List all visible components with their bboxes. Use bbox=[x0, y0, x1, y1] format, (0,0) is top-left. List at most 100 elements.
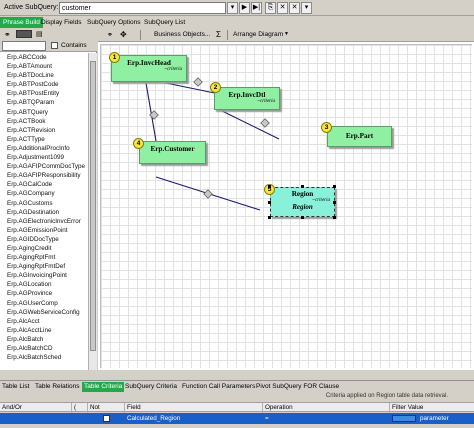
table-search-input[interactable] bbox=[2, 41, 46, 51]
resize-handle[interactable] bbox=[301, 216, 304, 219]
col-paren[interactable]: ( bbox=[72, 403, 88, 413]
node-title: Erp.InvcHead bbox=[127, 59, 171, 67]
table-node-invchead[interactable]: Erp.InvcHead ~criteria bbox=[111, 55, 187, 82]
more-dropdown-button[interactable]: ▾ bbox=[301, 2, 312, 14]
move-tool-icon[interactable]: ✥ bbox=[120, 30, 127, 39]
list-item[interactable]: Erp.AGEmissionPoint bbox=[0, 226, 88, 235]
tab-function-call-parameters[interactable]: Function Call Parameters bbox=[180, 382, 257, 392]
table-row[interactable]: Calculated_Region = parameter bbox=[0, 413, 474, 424]
arrange-diagram-button[interactable]: Arrange Diagram bbox=[233, 31, 283, 38]
list-item[interactable]: Erp.AlcAcctLine bbox=[0, 326, 88, 335]
list-item[interactable]: Erp.Adjustment1099 bbox=[0, 153, 88, 162]
list-item[interactable]: Erp.AGWebServiceConfig bbox=[0, 308, 88, 317]
list-item[interactable]: Erp.AGInvoicingPoint bbox=[0, 271, 88, 280]
tab-table-criteria[interactable]: Table Criteria bbox=[82, 382, 125, 392]
tab-subquery-criteria[interactable]: SubQuery Criteria bbox=[123, 382, 179, 392]
list-item[interactable]: Erp.AGCalCode bbox=[0, 180, 88, 189]
query-designer: ⚭ ✥ Business Objects... Σ Arrange Diagra… bbox=[98, 28, 474, 370]
list-item[interactable]: Erp.AgingRptFmt bbox=[0, 253, 88, 262]
tab-phrase-build[interactable]: Phrase Build bbox=[0, 17, 43, 28]
table-list-scrollbar[interactable] bbox=[88, 53, 97, 370]
sigma-icon[interactable]: Σ bbox=[216, 30, 221, 39]
active-subquery-input[interactable] bbox=[59, 2, 226, 14]
delete-icon[interactable]: ✕ bbox=[277, 2, 288, 14]
list-item[interactable]: Erp.AGAFIPResponsibility bbox=[0, 171, 88, 180]
table-node-part[interactable]: Erp.Part bbox=[327, 126, 392, 147]
list-item[interactable]: Erp.AGUserComp bbox=[0, 299, 88, 308]
relation-diamond bbox=[260, 118, 270, 128]
col-not[interactable]: Not bbox=[88, 403, 125, 413]
close-icon[interactable]: ✕ bbox=[289, 2, 300, 14]
resize-handle[interactable] bbox=[301, 185, 304, 188]
node-subtitle: Region bbox=[292, 203, 313, 211]
list-item[interactable]: Erp.ACTType bbox=[0, 135, 88, 144]
list-item[interactable]: Erp.AGDestination bbox=[0, 208, 88, 217]
list-item[interactable]: Erp.AGCompany bbox=[0, 189, 88, 198]
cell-paren[interactable] bbox=[72, 413, 88, 424]
list-item[interactable]: Erp.AlcBatchCD bbox=[0, 344, 88, 353]
list-item[interactable]: Erp.AlcBatch bbox=[0, 335, 88, 344]
next-button[interactable]: ▶ bbox=[239, 2, 250, 14]
list-item[interactable]: Erp.AlcBatchSched bbox=[0, 353, 88, 362]
list-item[interactable]: Erp.AgingCredit bbox=[0, 244, 88, 253]
resize-handle[interactable] bbox=[333, 185, 336, 188]
list-item[interactable]: Erp.AGAFIPCommDocType bbox=[0, 162, 88, 171]
tab-subquery-list[interactable]: SubQuery List bbox=[141, 17, 188, 28]
table-node-invcdtl[interactable]: Erp.InvcDtl ~criteria bbox=[214, 87, 280, 110]
list-item[interactable]: Erp.AGElectronicInvcError bbox=[0, 217, 88, 226]
tab-table-relations[interactable]: Table Relations bbox=[33, 382, 81, 392]
chevron-down-icon[interactable]: ▼ bbox=[284, 31, 289, 37]
business-objects-button[interactable]: Business Objects... bbox=[154, 31, 210, 38]
link-tool-icon[interactable]: ⚭ bbox=[107, 31, 113, 39]
table-node-region[interactable]: Region ~criteria Region bbox=[270, 187, 335, 217]
dropdown-button[interactable]: ▾ bbox=[227, 2, 238, 14]
diagram-canvas[interactable]: Erp.InvcHead ~criteria 1 Erp.InvcDtl ~cr… bbox=[100, 44, 472, 368]
contains-checkbox[interactable] bbox=[51, 42, 58, 49]
left-toolbar: ⚭ ▤ bbox=[0, 28, 97, 40]
resize-handle[interactable] bbox=[333, 216, 336, 219]
list-item[interactable]: Erp.ACTBook bbox=[0, 117, 88, 126]
col-field[interactable]: Field bbox=[125, 403, 263, 413]
resize-handle[interactable] bbox=[268, 216, 271, 219]
list-item[interactable]: Erp.AGIDDocType bbox=[0, 235, 88, 244]
resize-handle[interactable] bbox=[268, 201, 271, 204]
cell-field[interactable]: Calculated_Region bbox=[125, 413, 263, 424]
list-item[interactable]: Erp.ABTQuery bbox=[0, 108, 88, 117]
col-filter-value[interactable]: Filter Value bbox=[390, 403, 474, 413]
resize-handle[interactable] bbox=[268, 185, 271, 188]
cell-operation[interactable]: = bbox=[263, 413, 390, 424]
list-item[interactable]: Erp.ABTPostCode bbox=[0, 80, 88, 89]
collapse-icon[interactable]: ▤ bbox=[36, 30, 43, 38]
resize-handle[interactable] bbox=[333, 201, 336, 204]
col-and-or[interactable]: And/Or bbox=[0, 403, 72, 413]
list-item[interactable]: Erp.ABTDocLine bbox=[0, 71, 88, 80]
list-item[interactable]: Erp.AdditionalProcInfo bbox=[0, 144, 88, 153]
list-item[interactable]: Erp.ACTRevision bbox=[0, 126, 88, 135]
cell-and-or[interactable] bbox=[0, 413, 72, 424]
scrollbar-thumb[interactable] bbox=[90, 61, 96, 351]
cell-filter-value[interactable]: parameter bbox=[418, 413, 474, 424]
link-icon[interactable]: ⚭ bbox=[4, 30, 11, 39]
list-item[interactable]: Erp.ABTAmount bbox=[0, 62, 88, 71]
tab-table-list[interactable]: Table List bbox=[0, 382, 31, 392]
table-node-customer[interactable]: Erp.Customer bbox=[139, 141, 206, 164]
list-item[interactable]: Erp.ABTQParam bbox=[0, 98, 88, 107]
copy-icon[interactable]: ⎘ bbox=[265, 2, 276, 14]
last-button[interactable]: ▶| bbox=[251, 2, 262, 14]
list-item[interactable]: Erp.AlcAcct bbox=[0, 317, 88, 326]
filter-type-selector[interactable] bbox=[392, 415, 416, 422]
tab-display-fields[interactable]: Display Fields bbox=[38, 17, 84, 28]
list-item[interactable]: Erp.AgingRptFmtDef bbox=[0, 262, 88, 271]
list-item[interactable]: Erp.ABTPostEntity bbox=[0, 89, 88, 98]
node-title: Erp.Part bbox=[345, 132, 374, 140]
col-operation[interactable]: Operation bbox=[263, 403, 390, 413]
list-item[interactable]: Erp.AGLocation bbox=[0, 280, 88, 289]
list-item[interactable]: Erp.ABCCode bbox=[0, 53, 88, 62]
not-checkbox[interactable] bbox=[103, 415, 110, 422]
list-item[interactable]: Erp.AGCustoms bbox=[0, 199, 88, 208]
tab-pivot-subquery-for-clause[interactable]: Pivot SubQuery FOR Clause bbox=[254, 382, 341, 392]
table-list-panel: ⚭ ▤ Contains Erp.ABCCode Erp.ABTAmount Erp… bbox=[0, 28, 97, 370]
list-view-icon[interactable] bbox=[16, 30, 32, 38]
tab-subquery-options[interactable]: SubQuery Options bbox=[84, 17, 143, 28]
list-item[interactable]: Erp.AGProvince bbox=[0, 289, 88, 298]
